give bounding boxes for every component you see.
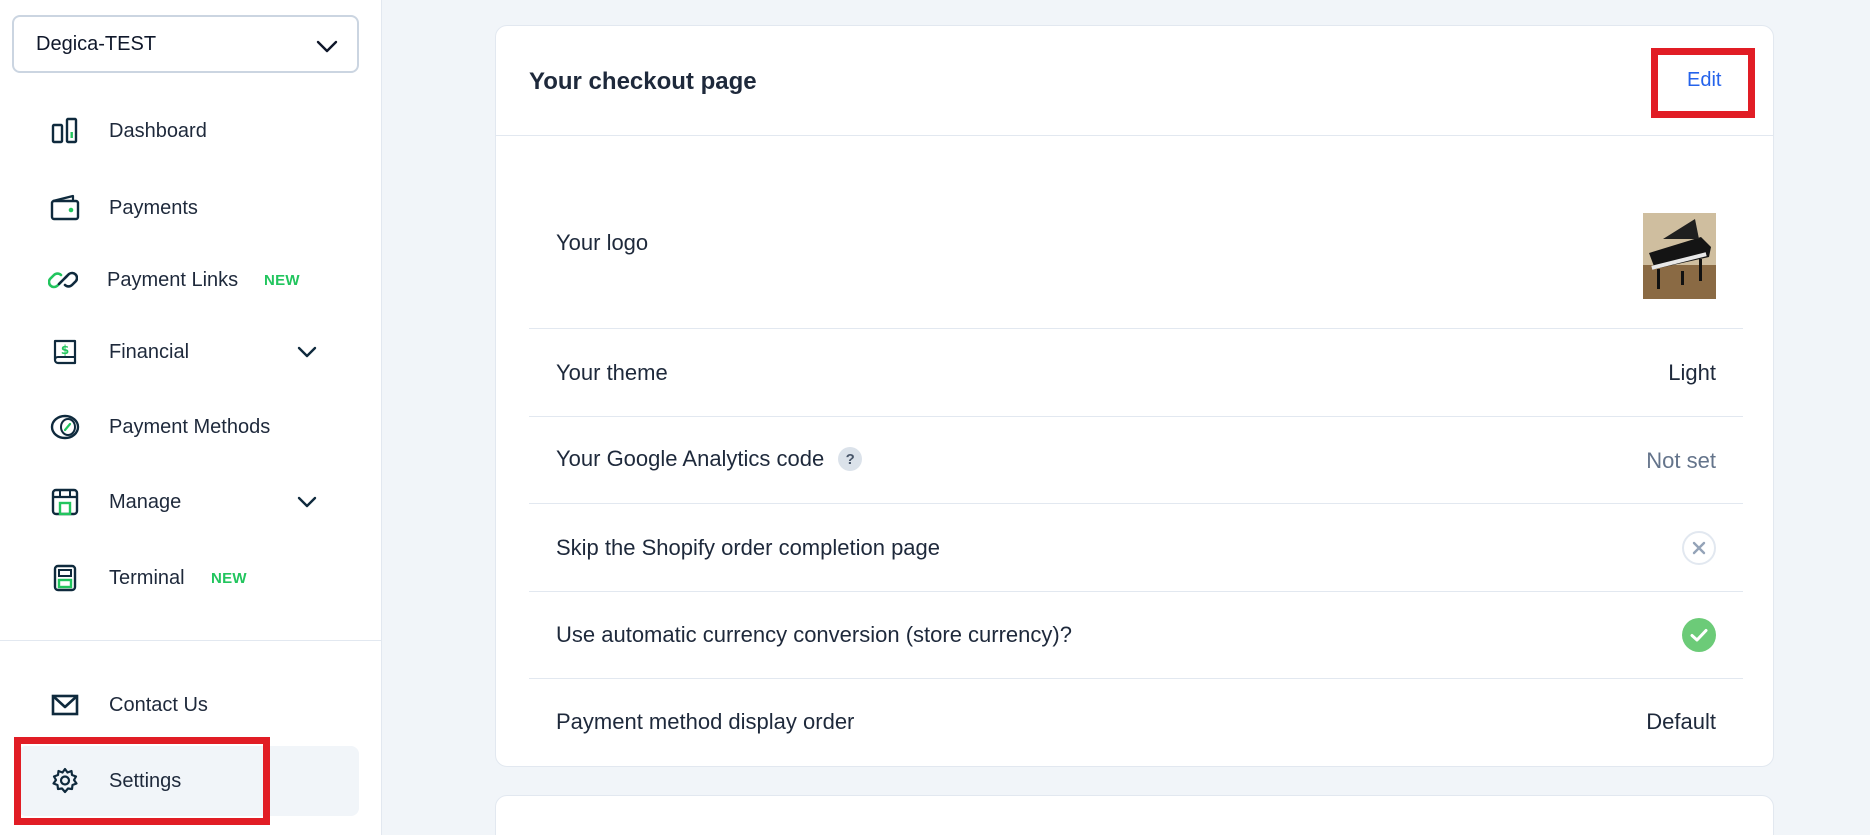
row-label-wrapper: Your Google Analytics code ?	[556, 446, 863, 472]
svg-text:$: $	[61, 343, 69, 357]
next-settings-card	[495, 795, 1774, 835]
store-name: Degica-TEST	[36, 32, 157, 55]
sidebar-item-terminal[interactable]: Terminal NEW	[0, 548, 382, 608]
checkout-page-card: Your checkout page Edit Your logo Your t…	[495, 25, 1774, 767]
sidebar-item-financial[interactable]: $ Financial	[0, 322, 382, 382]
settings-row-skip-shopify: Skip the Shopify order completion page	[529, 504, 1743, 592]
sidebar-item-label: Payment Methods	[109, 415, 271, 438]
financial-book-icon: $	[53, 339, 77, 365]
sidebar-item-label: Payments	[109, 196, 198, 219]
settings-highlight-annotation	[14, 737, 270, 825]
sidebar-item-label: Payment Links	[107, 268, 239, 291]
settings-row-currency-conversion: Use automatic currency conversion (store…	[529, 592, 1743, 679]
check-icon	[1690, 629, 1708, 642]
logo-image[interactable]	[1643, 213, 1716, 299]
sidebar-item-label: Terminal	[109, 566, 185, 589]
row-label: Your logo	[556, 230, 649, 255]
payment-methods-icon	[50, 414, 80, 440]
row-label: Your Google Analytics code	[556, 446, 825, 471]
settings-row-theme: Your theme Light	[529, 329, 1743, 417]
piano-image	[1643, 213, 1716, 299]
sidebar-item-label: Manage	[109, 490, 182, 513]
settings-row-logo: Your logo	[529, 160, 1743, 329]
theme-value: Light	[1668, 360, 1716, 385]
row-label: Use automatic currency conversion (store…	[556, 622, 1072, 647]
sidebar-item-manage[interactable]: Manage	[0, 472, 382, 532]
enabled-status-icon	[1682, 618, 1716, 652]
row-label: Skip the Shopify order completion page	[556, 535, 941, 560]
dashboard-icon	[51, 117, 78, 144]
help-icon[interactable]: ?	[838, 447, 863, 471]
chevron-down-icon	[316, 40, 338, 53]
analytics-value: Not set	[1646, 448, 1716, 473]
disabled-status-icon	[1682, 531, 1716, 565]
mail-icon	[51, 694, 79, 716]
settings-row-google-analytics: Your Google Analytics code ? Not set	[529, 417, 1743, 504]
edit-highlight-annotation	[1651, 48, 1755, 118]
close-icon	[1692, 541, 1706, 555]
sidebar: Degica-TEST Dashboard Payments Payment L…	[0, 0, 382, 835]
sidebar-divider	[0, 640, 381, 641]
settings-row-display-order: Payment method display order Default	[529, 679, 1743, 767]
chevron-down-icon	[297, 496, 317, 508]
display-order-value: Default	[1646, 709, 1716, 734]
sidebar-item-label: Contact Us	[109, 693, 208, 716]
sidebar-item-payment-links[interactable]: Payment Links NEW	[0, 250, 382, 310]
row-label: Your theme	[556, 360, 668, 385]
chevron-down-icon	[297, 346, 317, 358]
sidebar-item-label: Financial	[109, 340, 190, 363]
terminal-icon	[53, 564, 77, 592]
card-title: Your checkout page	[529, 68, 757, 95]
new-badge: NEW	[211, 569, 247, 587]
card-header: Your checkout page Edit	[496, 26, 1773, 136]
wallet-icon	[50, 194, 80, 221]
sidebar-item-dashboard[interactable]: Dashboard	[0, 101, 382, 161]
row-label: Payment method display order	[556, 709, 855, 734]
store-selector[interactable]: Degica-TEST	[12, 15, 359, 73]
sidebar-item-contact-us[interactable]: Contact Us	[0, 675, 382, 735]
sidebar-item-payments[interactable]: Payments	[0, 178, 382, 238]
new-badge: NEW	[264, 271, 300, 289]
sidebar-item-payment-methods[interactable]: Payment Methods	[0, 397, 382, 457]
link-icon	[48, 271, 78, 289]
store-icon	[51, 488, 79, 516]
sidebar-item-label: Dashboard	[109, 119, 207, 142]
